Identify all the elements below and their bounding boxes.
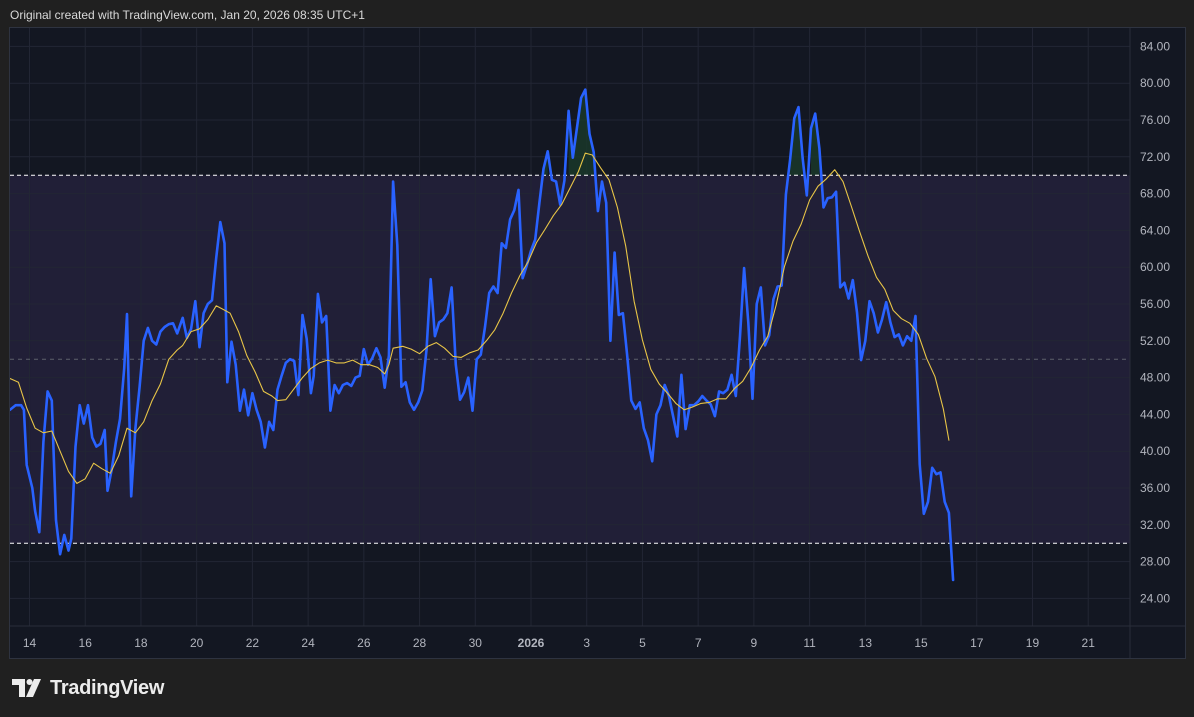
tradingview-logo-text: TradingView [50,676,165,699]
rsi-chart[interactable]: 84.00 80.00 76.00 72.00 68.00 64.00 60.00 56.00… [10,28,1185,658]
y-axis-tick-label: 44.00 [1140,407,1170,421]
tradingview-logo[interactable]: TradingView [12,674,164,702]
y-axis-tick-label: 48.00 [1140,371,1170,385]
x-axis-tick-label: 5 [639,636,646,650]
y-axis-tick-label: 52.00 [1140,334,1170,348]
x-axis-tick-label: 18 [134,636,148,650]
x-axis-tick-label: 19 [1026,636,1040,650]
y-axis-tick-label: 60.00 [1140,260,1170,274]
y-axis-tick-label: 84.00 [1140,39,1170,53]
x-axis-tick-label: 20 [190,636,204,650]
y-axis-tick-label: 68.00 [1140,187,1170,201]
x-axis-tick-label: 24 [301,636,315,650]
x-axis-tick-label: 9 [751,636,758,650]
y-axis-tick-label: 36.00 [1140,481,1170,495]
x-axis-tick-label: 11 [803,636,816,650]
x-axis-tick-label: 7 [695,636,702,650]
x-axis-tick-label: 21 [1082,636,1096,650]
y-axis-tick-label: 76.00 [1140,113,1170,127]
y-axis-tick-label: 28.00 [1140,555,1170,569]
x-axis-tick-label: 17 [970,636,984,650]
x-axis-tick-label: 22 [246,636,260,650]
x-axis-tick-label: 13 [859,636,873,650]
x-axis-tick-label: 3 [583,636,590,650]
y-axis-tick-label: 32.00 [1140,518,1170,532]
chart-attribution-text: Original created with TradingView.com, J… [10,8,365,22]
y-axis-tick-label: 40.00 [1140,444,1170,458]
y-axis-tick-label: 64.00 [1140,223,1170,237]
x-axis-tick-label: 26 [357,636,371,650]
y-axis-tick-label: 24.00 [1140,591,1170,605]
x-axis-tick-label: 16 [79,636,93,650]
x-axis-tick-label: 14 [23,636,37,650]
tradingview-logo-icon [12,679,41,697]
x-axis-tick-label: 30 [469,636,483,650]
x-axis-tick-label: 15 [914,636,928,650]
chart-panel[interactable]: 84.00 80.00 76.00 72.00 68.00 64.00 60.00 56.00… [9,27,1186,659]
y-axis-tick-label: 56.00 [1140,297,1170,311]
x-axis-tick-label: 2026 [518,636,545,650]
y-axis-tick-label: 72.00 [1140,150,1170,164]
x-axis-tick-label: 28 [413,636,427,650]
y-axis-tick-label: 80.00 [1140,76,1170,90]
